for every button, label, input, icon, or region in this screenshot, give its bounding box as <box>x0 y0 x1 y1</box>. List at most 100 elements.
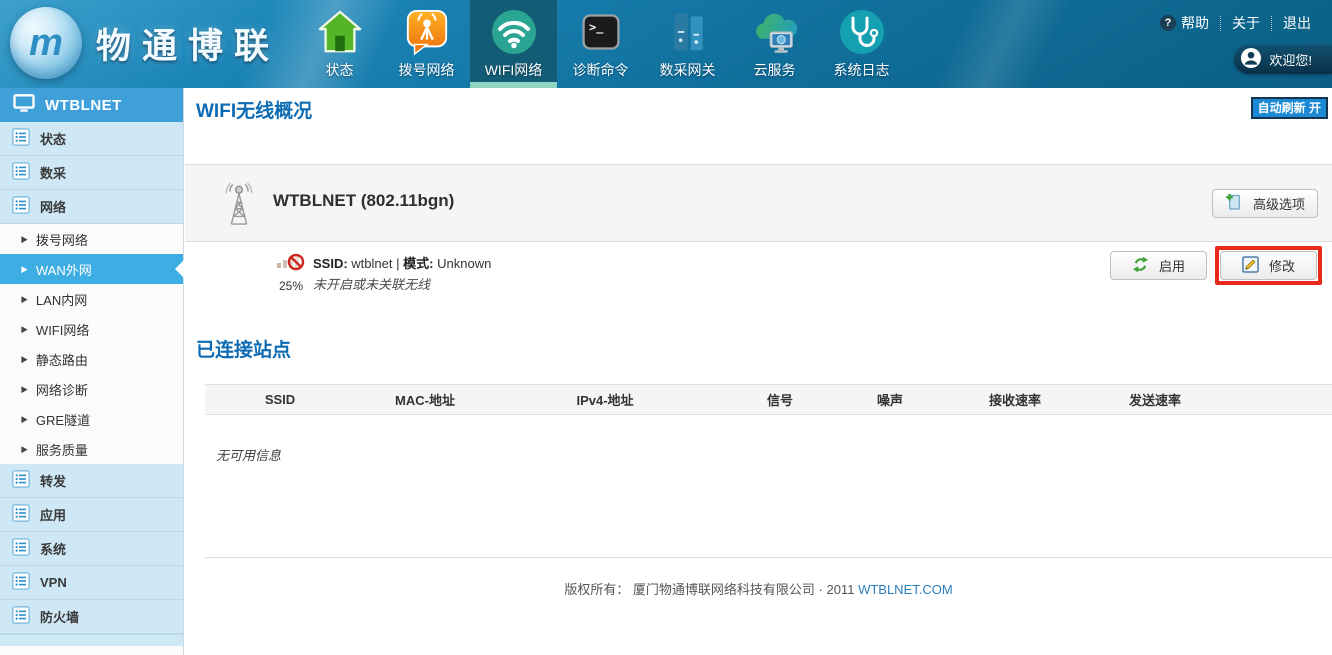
separator: | <box>396 256 399 271</box>
caret-right-icon: ▶ <box>21 264 27 275</box>
sidebar-item-network[interactable]: 网络 <box>0 190 183 224</box>
sidebar-item-label: 静态路由 <box>36 350 88 369</box>
sidebar-item-firewall[interactable]: 防火墙 <box>0 600 183 634</box>
list-icon <box>12 196 30 217</box>
about-label: 关于 <box>1232 13 1260 33</box>
sidebar-item-system[interactable]: 系统 <box>0 532 183 566</box>
wifi-overview-section: WTBLNET (802.11bgn) 高级选项 <box>185 164 1332 242</box>
modify-button[interactable]: 修改 <box>1220 251 1317 280</box>
help-link[interactable]: ? 帮助 <box>1149 13 1220 33</box>
footer-link[interactable]: WTBLNET.COM <box>858 582 953 597</box>
page-plus-icon <box>1225 193 1243 214</box>
sidebar-item-forwarding[interactable]: 转发 <box>0 464 183 498</box>
help-label: 帮助 <box>1181 13 1209 33</box>
logout-link[interactable]: 退出 <box>1272 13 1322 33</box>
nav-item-diagnostic-commands[interactable]: >_ 诊断命令 <box>557 0 644 88</box>
nav-item-wifi-network[interactable]: WIFI网络 <box>470 0 557 88</box>
column-header-noise: 噪声 <box>845 390 935 409</box>
sidebar-item-label: WAN外网 <box>36 260 92 279</box>
mode-value: Unknown <box>437 256 491 271</box>
sidebar-item-label: 数采 <box>40 163 66 182</box>
brand-logo: m 物通博联 <box>10 7 280 79</box>
sidebar-item-label: 转发 <box>40 471 66 490</box>
sidebar-subitem-dialup[interactable]: ▶ 拨号网络 <box>0 224 183 254</box>
sidebar-subitem-gre-tunnel[interactable]: ▶ GRE隧道 <box>0 404 183 434</box>
wifi-status-text: SSID: wtblnet | 模式: Unknown 未开启或未关联无线 <box>313 253 491 295</box>
advanced-options-label: 高级选项 <box>1253 194 1305 213</box>
sidebar-item-label: LAN内网 <box>36 290 87 309</box>
sidebar-subitem-wifi[interactable]: ▶ WIFI网络 <box>0 314 183 344</box>
sidebar-subitem-static-route[interactable]: ▶ 静态路由 <box>0 344 183 374</box>
sidebar: WTBLNET 状态 数采 网络 ▶ 拨号网络 ▶ WAN外网 ▶ LAN内网 … <box>0 88 184 655</box>
dialup-icon <box>404 7 450 57</box>
caret-right-icon: ▶ <box>21 324 27 335</box>
caret-right-icon: ▶ <box>21 414 27 425</box>
logout-label: 退出 <box>1283 13 1311 33</box>
nav-item-system-log[interactable]: 系统日志 <box>818 0 905 88</box>
sidebar-item-label: GRE隧道 <box>36 410 90 429</box>
enable-button[interactable]: 启用 <box>1110 251 1207 280</box>
nav-item-status[interactable]: 状态 <box>296 0 383 88</box>
column-header-signal: 信号 <box>715 390 845 409</box>
welcome-user-pill[interactable]: 欢迎您! <box>1234 45 1332 74</box>
caret-right-icon: ▶ <box>21 444 27 455</box>
enable-label: 启用 <box>1159 256 1185 275</box>
sidebar-item-label: 网络 <box>40 197 66 216</box>
help-icon: ? <box>1160 15 1176 31</box>
about-link[interactable]: 关于 <box>1221 13 1271 33</box>
sidebar-item-label: VPN <box>40 575 67 590</box>
utility-links: ? 帮助 关于 退出 <box>1149 13 1322 33</box>
list-icon <box>12 128 30 149</box>
ssid-line: SSID: wtblnet | 模式: Unknown <box>313 253 491 274</box>
gateway-icon <box>666 7 710 57</box>
sidebar-subitem-lan[interactable]: ▶ LAN内网 <box>0 284 183 314</box>
auto-refresh-toggle[interactable]: 自动刷新 开 <box>1251 97 1328 119</box>
sidebar-item-label: 网络诊断 <box>36 380 88 399</box>
caret-right-icon: ▶ <box>21 234 27 245</box>
stations-table-header: SSID MAC-地址 IPv4-地址 信号 噪声 接收速率 发送速率 <box>205 384 1332 415</box>
syslog-icon <box>838 7 886 57</box>
wifi-status-row: 25% SSID: wtblnet | 模式: Unknown 未开启或未关联无… <box>185 244 1332 310</box>
nav-item-cloud-service[interactable]: 云服务 <box>731 0 818 88</box>
terminal-icon: >_ <box>579 7 623 57</box>
monitor-icon <box>13 94 35 117</box>
logo-sphere-icon: m <box>10 7 82 79</box>
sidebar-item-application[interactable]: 应用 <box>0 498 183 532</box>
nav-label: WIFI网络 <box>485 60 543 80</box>
home-icon <box>317 7 363 57</box>
modify-label: 修改 <box>1269 256 1295 275</box>
sidebar-item-label: 系统 <box>40 539 66 558</box>
list-icon <box>12 538 30 559</box>
antenna-icon <box>218 180 260 233</box>
advanced-options-button[interactable]: 高级选项 <box>1212 189 1318 218</box>
nav-label: 数采网关 <box>660 60 716 80</box>
sidebar-subitem-wan[interactable]: ▶ WAN外网 <box>0 254 183 284</box>
sidebar-subitem-net-diagnose[interactable]: ▶ 网络诊断 <box>0 374 183 404</box>
list-icon <box>12 606 30 627</box>
ssid-value: wtblnet <box>351 256 392 271</box>
footer-divider <box>205 557 1332 558</box>
sidebar-item-status[interactable]: 状态 <box>0 122 183 156</box>
brand-name: 物通博联 <box>96 18 280 69</box>
edit-pencil-icon <box>1242 256 1259 276</box>
top-nav: 状态 拨号网络 <box>296 0 905 88</box>
top-header: m 物通博联 状态 <box>0 0 1332 88</box>
sidebar-item-data-collect[interactable]: 数采 <box>0 156 183 190</box>
mode-label: 模式: <box>403 256 433 271</box>
sidebar-item-label: 状态 <box>40 129 66 148</box>
sidebar-item-vpn[interactable]: VPN <box>0 566 183 600</box>
ssid-label: SSID: <box>313 256 348 271</box>
sidebar-item-label: 服务质量 <box>36 440 88 459</box>
nav-label: 系统日志 <box>834 60 890 80</box>
wifi-network-title: WTBLNET (802.11bgn) <box>273 191 454 211</box>
welcome-label: 欢迎您! <box>1269 50 1312 69</box>
nav-item-dialup-network[interactable]: 拨号网络 <box>383 0 470 88</box>
caret-right-icon: ▶ <box>21 294 27 305</box>
sidebar-device-header: WTBLNET <box>0 88 183 122</box>
sidebar-item-label: 应用 <box>40 505 66 524</box>
sidebar-subitem-qos[interactable]: ▶ 服务质量 <box>0 434 183 464</box>
nav-item-data-gateway[interactable]: 数采网关 <box>644 0 731 88</box>
sidebar-partial-item <box>0 634 183 646</box>
caret-right-icon: ▶ <box>21 354 27 365</box>
wifi-disabled-note: 未开启或未关联无线 <box>313 274 491 295</box>
